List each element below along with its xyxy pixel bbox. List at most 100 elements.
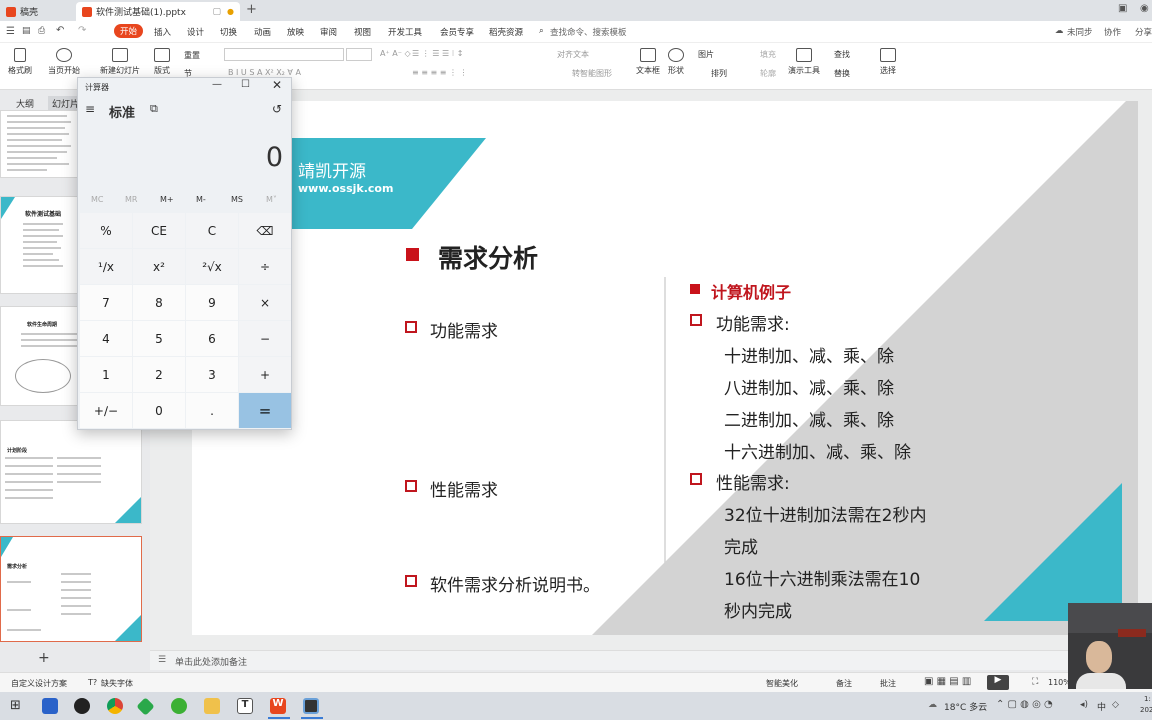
- history-icon[interactable]: ↺: [272, 102, 282, 116]
- app-icon[interactable]: [42, 698, 58, 714]
- app-icon[interactable]: [74, 698, 90, 714]
- tab-daoke[interactable]: 稿壳: [0, 2, 70, 21]
- negate-button[interactable]: +∕−: [80, 393, 132, 428]
- slide-thumbnail-5[interactable]: 需求分析: [0, 536, 142, 642]
- undo-icon[interactable]: ↶: [56, 25, 64, 36]
- tray-icons[interactable]: ⌃ ▢ ◍ ◎ ◔: [996, 699, 1053, 710]
- network-icon[interactable]: ◇: [1112, 700, 1119, 710]
- memory-recall-button[interactable]: MR: [125, 195, 137, 204]
- digit-0-button[interactable]: 0: [133, 393, 185, 428]
- design-scheme-button[interactable]: 自定义设计方案: [11, 678, 67, 689]
- square-root-button[interactable]: ²√x: [186, 249, 238, 284]
- menu-animation[interactable]: 动画: [254, 26, 271, 38]
- clear-button[interactable]: C: [186, 213, 238, 248]
- shape-button[interactable]: 形状: [668, 48, 684, 76]
- new-tab-icon[interactable]: +: [246, 2, 257, 17]
- layout-icon[interactable]: ▣: [1118, 3, 1127, 14]
- share-button[interactable]: 分享: [1135, 26, 1152, 38]
- memory-subtract-button[interactable]: M-: [196, 195, 206, 204]
- minimize-icon[interactable]: —: [212, 79, 222, 90]
- add-button[interactable]: +: [239, 357, 291, 392]
- clear-entry-button[interactable]: CE: [133, 213, 185, 248]
- digit-9-button[interactable]: 9: [186, 285, 238, 320]
- smartart-button[interactable]: 转智能图形: [572, 68, 612, 79]
- menu-developer[interactable]: 开发工具: [388, 26, 422, 38]
- close-icon[interactable]: ✕: [272, 78, 282, 92]
- menu-member[interactable]: 会员专享: [440, 26, 474, 38]
- digit-6-button[interactable]: 6: [186, 321, 238, 356]
- square-button[interactable]: x²: [133, 249, 185, 284]
- notes-pane[interactable]: ☰ 单击此处添加备注: [150, 650, 1152, 670]
- hamburger-menu-icon[interactable]: ≡: [85, 102, 95, 116]
- notes-toggle-button[interactable]: 备注: [836, 678, 852, 689]
- textbox-button[interactable]: 文本框: [636, 48, 660, 76]
- weather-text[interactable]: 18°C 多云: [944, 700, 987, 713]
- calculator-window[interactable]: 计算器 — ☐ ✕ ≡ 标准 ⧉ ↺ 0 MC MR M+ M- MS M˅ %…: [77, 77, 292, 430]
- digit-2-button[interactable]: 2: [133, 357, 185, 392]
- collab-button[interactable]: 协作: [1104, 26, 1121, 38]
- typora-icon[interactable]: T: [237, 698, 253, 714]
- digit-7-button[interactable]: 7: [80, 285, 132, 320]
- new-slide-button[interactable]: 新建幻灯片: [100, 48, 140, 76]
- menu-transition[interactable]: 切换: [220, 26, 237, 38]
- chrome-icon[interactable]: [107, 698, 123, 714]
- command-search[interactable]: 查找命令、搜索模板: [550, 26, 627, 38]
- reset-button[interactable]: 重置: [184, 50, 200, 61]
- memory-store-button[interactable]: MS: [231, 195, 243, 204]
- digit-1-button[interactable]: 1: [80, 357, 132, 392]
- clock-date[interactable]: 202: [1140, 706, 1152, 714]
- notes-placeholder[interactable]: 单击此处添加备注: [175, 655, 247, 668]
- decimal-button[interactable]: .: [186, 393, 238, 428]
- multiply-button[interactable]: ×: [239, 285, 291, 320]
- digit-3-button[interactable]: 3: [186, 357, 238, 392]
- outline-button[interactable]: 轮廓: [760, 68, 776, 79]
- font-name-select[interactable]: [224, 48, 344, 61]
- print-icon[interactable]: ⎙: [38, 26, 45, 36]
- divide-button[interactable]: ÷: [239, 249, 291, 284]
- smart-beautify-button[interactable]: 智能美化: [766, 678, 798, 689]
- digit-5-button[interactable]: 5: [133, 321, 185, 356]
- presenter-tools-button[interactable]: 演示工具: [788, 48, 820, 76]
- find-button[interactable]: 查找: [834, 49, 850, 60]
- view-mode-icons[interactable]: ▣ ▦ ▤ ▥: [924, 676, 971, 687]
- slide-canvas[interactable]: 靖凯开源 www.ossjk.com 需求分析 功能需求 性能需求 软件需求分析…: [192, 101, 1138, 635]
- backspace-button[interactable]: ⌫: [239, 213, 291, 248]
- add-slide-button[interactable]: +: [38, 650, 50, 666]
- menu-icon[interactable]: ☰: [6, 26, 15, 37]
- search-icon[interactable]: ⌕: [539, 26, 544, 36]
- play-from-current-button[interactable]: 当页开始: [48, 48, 80, 76]
- menu-start[interactable]: 开始: [114, 24, 144, 38]
- digit-4-button[interactable]: 4: [80, 321, 132, 356]
- subtract-button[interactable]: −: [239, 321, 291, 356]
- fit-icon[interactable]: ⛶: [1032, 677, 1038, 687]
- missing-font-button[interactable]: 缺失字体: [101, 678, 133, 689]
- memory-list-button[interactable]: M˅: [266, 195, 277, 204]
- wps-icon[interactable]: W: [270, 698, 286, 714]
- picture-button[interactable]: 图片: [698, 49, 714, 60]
- volume-icon[interactable]: ◂): [1080, 700, 1088, 710]
- bullets-icon[interactable]: ☰ ⋮ ☰ ☰ ⁝ ↕: [412, 49, 463, 58]
- arrange-button[interactable]: 排列: [711, 68, 727, 79]
- maximize-icon[interactable]: ☐: [241, 79, 250, 90]
- format-painter-button[interactable]: 格式刷: [8, 48, 32, 76]
- menu-daoke[interactable]: 稻壳资源: [489, 26, 523, 38]
- memory-add-button[interactable]: M+: [160, 195, 174, 204]
- calculator-taskbar-icon[interactable]: [303, 698, 319, 714]
- slide-thumbnail-4[interactable]: 计划阶段: [0, 420, 142, 524]
- save-icon[interactable]: ▤: [22, 26, 31, 36]
- avatar[interactable]: ◉: [1140, 3, 1149, 14]
- equals-button[interactable]: =: [239, 393, 291, 428]
- wechat-icon[interactable]: [171, 698, 187, 714]
- redo-icon[interactable]: ↷: [78, 25, 86, 36]
- start-icon[interactable]: ⊞: [10, 698, 26, 714]
- window-restore-icon[interactable]: ▢: [213, 7, 222, 17]
- paragraph-align-icon[interactable]: ≡ ≡ ≡ ≡ ⋮ ⋮: [412, 68, 468, 77]
- memory-clear-button[interactable]: MC: [91, 195, 104, 204]
- align-text-button[interactable]: 对齐文本: [557, 49, 589, 60]
- digit-8-button[interactable]: 8: [133, 285, 185, 320]
- font-grow-icon[interactable]: A⁺ A⁻ ◇: [380, 49, 411, 58]
- tab-document[interactable]: 软件测试基础(1).pptx ▢ ●: [76, 2, 240, 21]
- folder-icon[interactable]: [204, 698, 220, 714]
- keep-on-top-icon[interactable]: ⧉: [150, 102, 158, 116]
- app-icon[interactable]: [136, 697, 155, 716]
